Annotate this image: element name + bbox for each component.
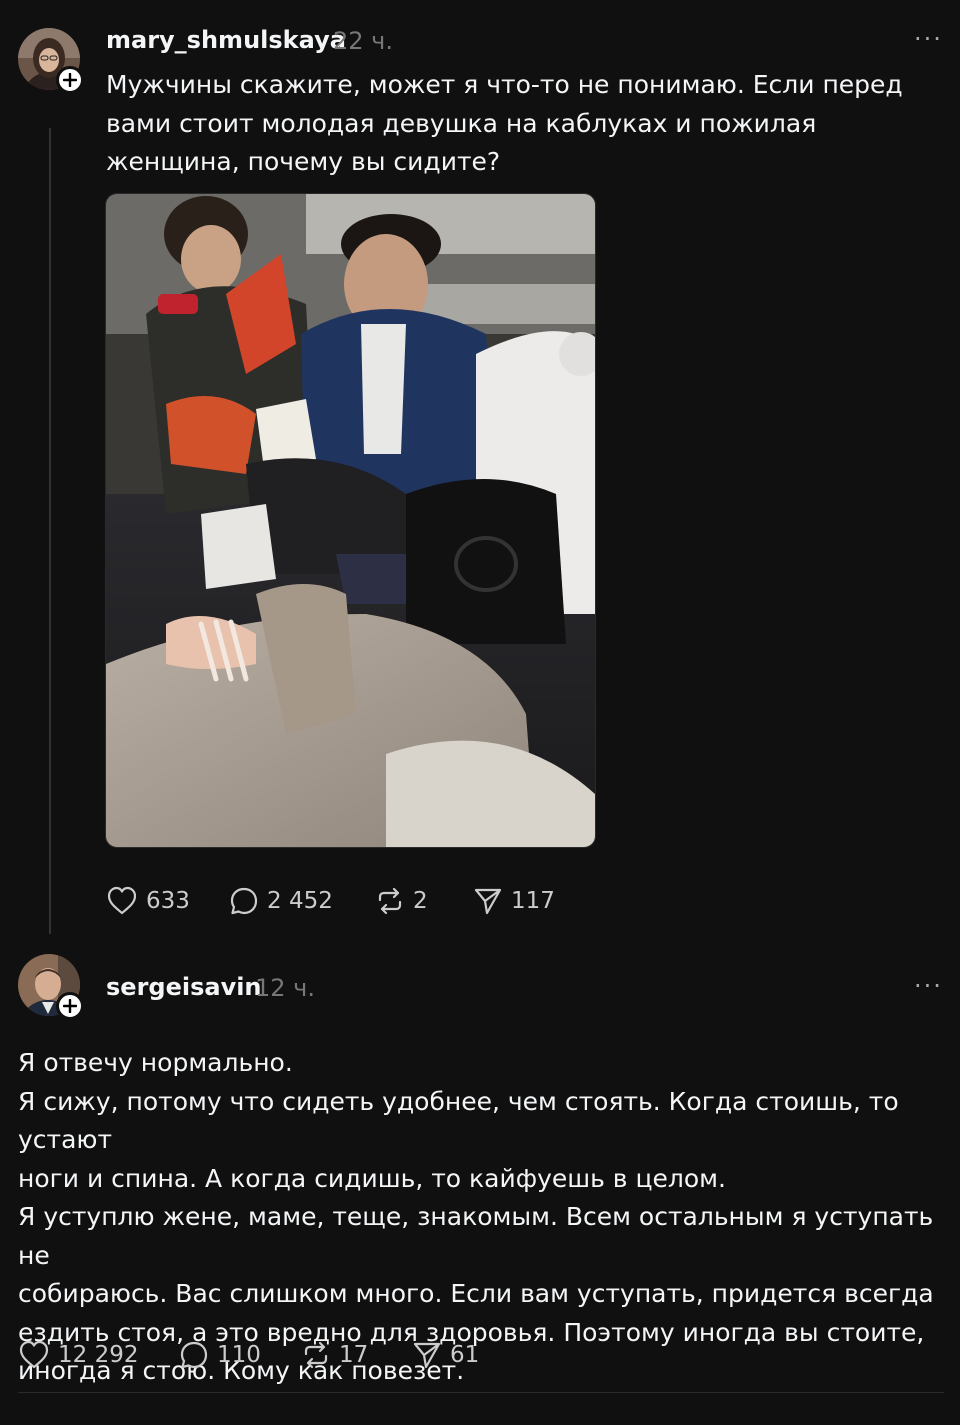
post-username[interactable]: mary_shmulskaya [106,26,346,54]
thread-line [49,128,51,934]
paper-plane-icon [474,888,502,915]
reply-line: Я сижу, потому что сидеть удобнее, чем с… [18,1086,899,1155]
reply-button[interactable]: 110 [179,1340,261,1370]
reply-count: 2 452 [267,888,333,914]
reply-text: Я отвечу нормально. Я сижу, потому что с… [18,1044,948,1391]
share-count: 61 [450,1342,480,1368]
like-count: 12 292 [58,1342,139,1368]
post: mary_shmulskaya 22 ч. ··· Мужчины скажит… [0,0,960,940]
heart-icon [107,886,137,915]
repost-icon [378,887,402,915]
speech-bubble-icon [230,887,258,915]
more-dots-icon[interactable]: ··· [914,25,943,53]
reply-line: собираюсь. Вас слишком много. Если вам у… [18,1279,934,1308]
post-text: Мужчины скажите, может я что-то не поним… [106,70,903,176]
more-dots-icon[interactable]: ··· [914,972,943,1000]
repost-count: 2 [413,888,428,914]
follow-plus-icon[interactable] [56,992,84,1020]
speech-bubble-icon [180,1341,208,1369]
reply-timestamp: 12 ч. [255,974,315,1002]
repost-icon [304,1341,328,1369]
reply: sergeisavin 12 ч. ··· Я отвечу нормально… [0,940,960,1425]
post-photo[interactable] [105,193,596,848]
paper-plane-icon [413,1342,441,1369]
post-timestamp: 22 ч. [333,27,393,55]
heart-icon [19,1340,49,1369]
repost-button[interactable]: 2 [375,886,428,916]
reply-count: 110 [217,1342,261,1368]
like-count: 633 [146,888,190,914]
follow-plus-icon[interactable] [56,66,84,94]
share-button[interactable]: 61 [412,1340,479,1370]
reply-username[interactable]: sergeisavin [106,973,262,1001]
subway-photo-image [106,194,595,847]
share-count: 117 [511,888,555,914]
repost-count: 17 [339,1342,369,1368]
reply-line: ездить стоя, а это вредно для здоровья. … [18,1317,925,1347]
repost-button[interactable]: 17 [301,1340,368,1370]
like-button[interactable]: 633 [106,886,190,916]
reply-line: иногда я стою. Кому как повезет. [18,1356,465,1385]
reply-button[interactable]: 2 452 [229,886,333,916]
reply-line: Я отвечу нормально. [18,1048,293,1077]
reply-line: Я уступлю жене, маме, теще, знакомым. Вс… [18,1202,934,1270]
like-button[interactable]: 12 292 [18,1340,138,1370]
divider [18,1392,944,1393]
share-button[interactable]: 117 [473,886,555,916]
reply-line: ноги и спина. А когда сидишь, то кайфуеш… [18,1163,726,1193]
